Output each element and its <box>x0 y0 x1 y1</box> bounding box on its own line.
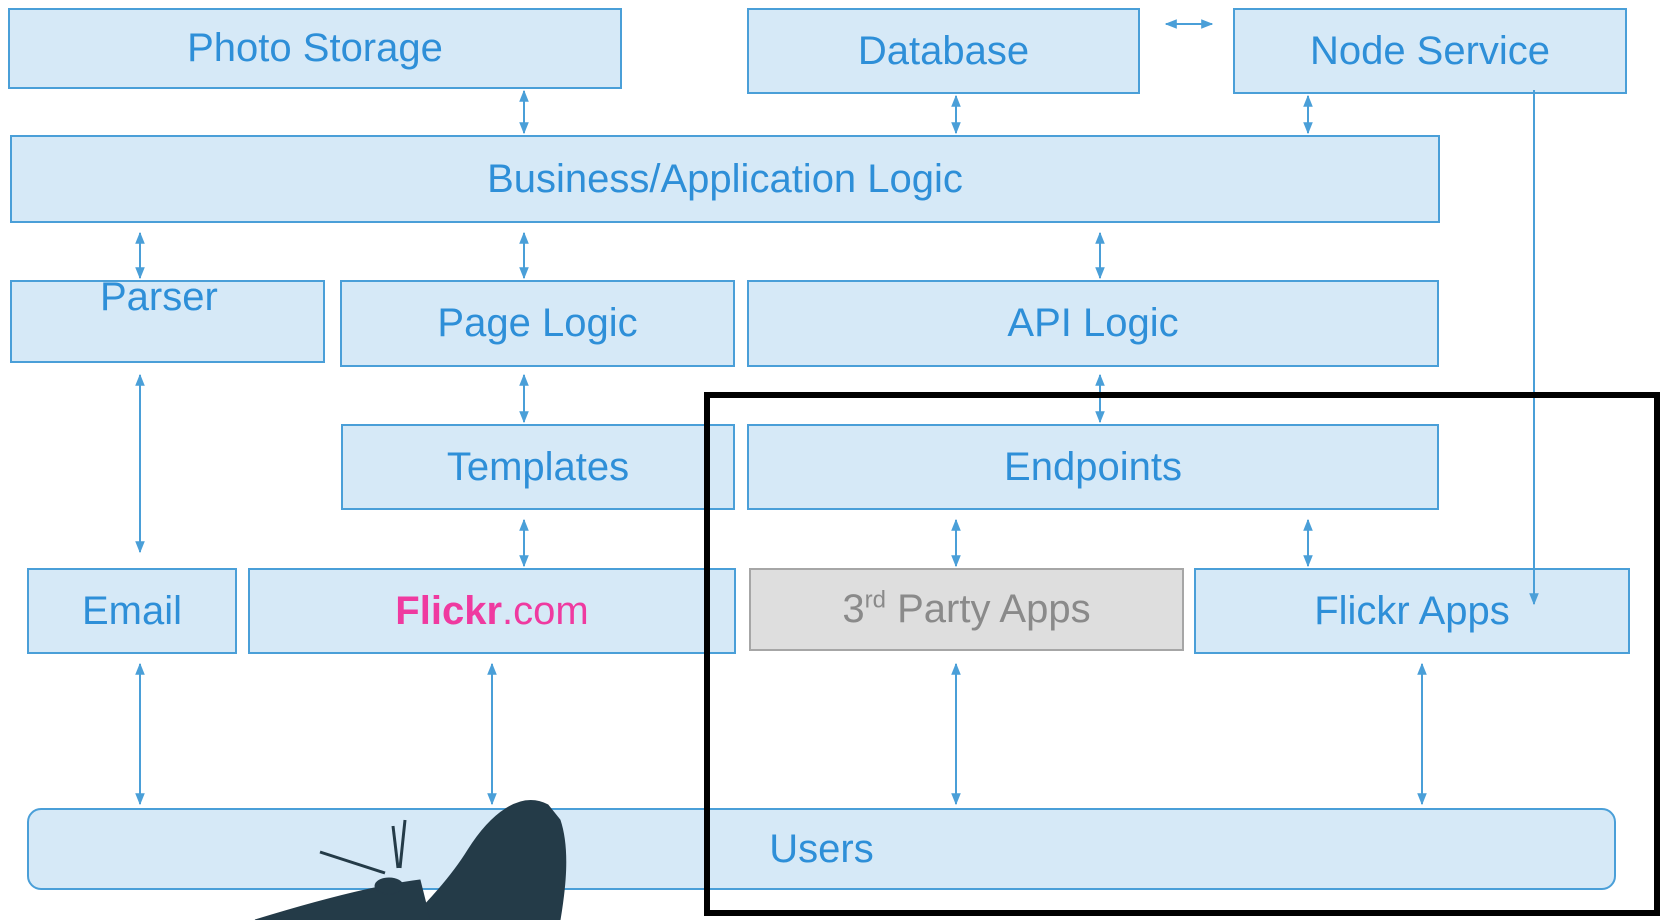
highlight-frame <box>704 392 1660 916</box>
